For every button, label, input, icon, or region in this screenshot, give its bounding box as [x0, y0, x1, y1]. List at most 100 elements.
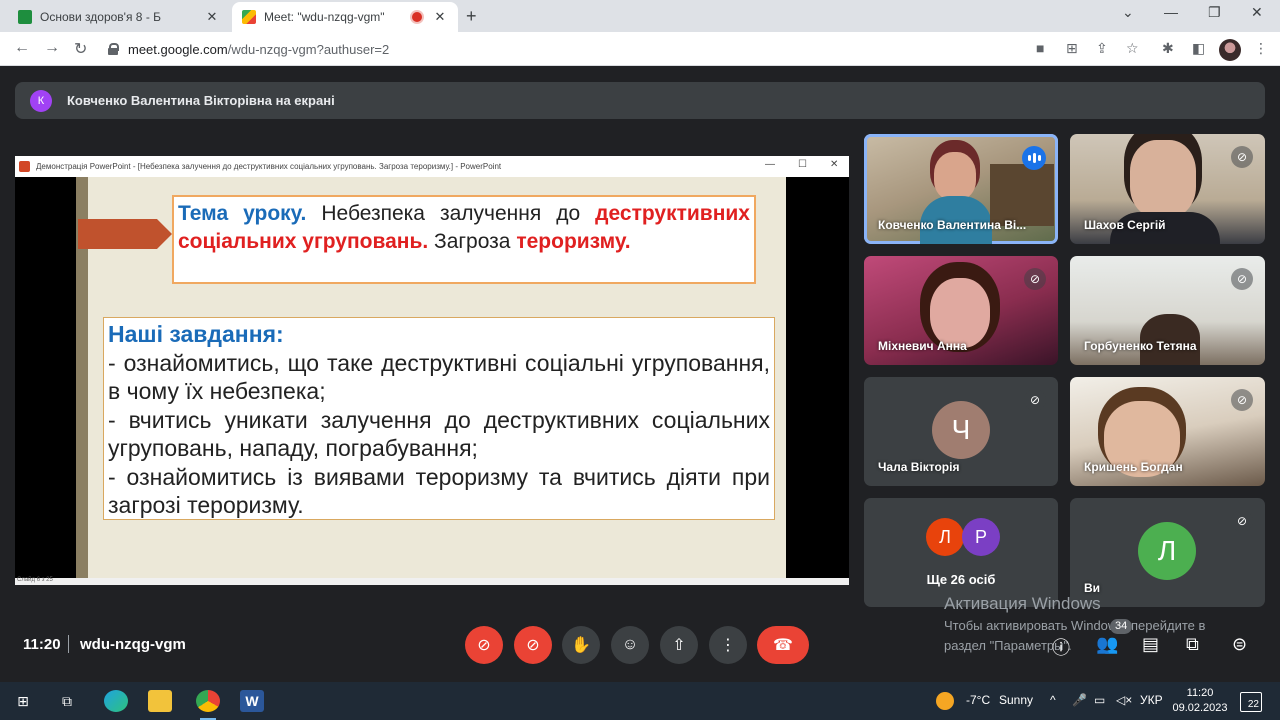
tab-search-button[interactable]: ⌄ [1122, 4, 1134, 21]
clock-date: 09.02.2023 [1172, 702, 1228, 714]
mic-off-icon: ⊘ [1231, 389, 1253, 411]
chrome-icon[interactable] [196, 690, 220, 720]
profile-avatar[interactable] [1219, 39, 1241, 61]
side-panel-icon[interactable]: ◧ [1192, 40, 1205, 57]
minimize-button[interactable]: — [1164, 4, 1178, 20]
bookmark-star-icon[interactable]: ☆ [1126, 40, 1139, 57]
task-item: - ознайомитись, що таке деструктивні соц… [108, 349, 770, 405]
participant-avatar: Л [926, 518, 964, 556]
recording-icon [412, 12, 422, 22]
mic-off-icon: ⊘ [1231, 268, 1253, 290]
participant-video [934, 152, 976, 200]
windows-taskbar: ⊞ ⧉ W -7°C Sunny ^ 🎤 ▭ ◁× УКР [0, 682, 1280, 720]
people-icon[interactable]: 👥 [1096, 634, 1118, 655]
participant-tile[interactable]: Ковченко Валентина Ві... [864, 134, 1058, 244]
present-button[interactable]: ⇧ [660, 626, 698, 664]
classroom-icon [18, 10, 32, 24]
more-vert-icon: ⋮ [720, 637, 736, 654]
tab-meet[interactable]: Meet: "wdu-nzqg-vgm" ✕ [232, 2, 458, 32]
back-icon[interactable]: ← [14, 39, 30, 57]
powerpoint-titlebar: Демонстрація PowerPoint - [Небезпека зал… [15, 156, 849, 177]
hangup-icon: ☎ [773, 637, 793, 654]
battery-icon[interactable]: ▭ [1094, 693, 1105, 707]
participant-name: Ковченко Валентина Ві... [878, 218, 1027, 232]
camera-icon[interactable]: ■ [1036, 40, 1044, 56]
file-explorer-icon[interactable] [148, 690, 172, 712]
translate-icon[interactable]: ⊞ [1066, 40, 1078, 57]
url-host: meet.google.com [128, 41, 228, 57]
extensions-icon[interactable]: ✱ [1162, 40, 1174, 57]
camera-off-icon: ⊘ [526, 637, 540, 654]
task-view-icon[interactable]: ⧉ [56, 690, 78, 712]
language-indicator[interactable]: УКР [1140, 693, 1163, 707]
restore-button[interactable]: ❐ [1208, 4, 1221, 21]
browser-tab-strip: Основи здоров'я 8 - Б ✕ Meet: "wdu-nzqg-… [0, 0, 1280, 32]
close-window-button[interactable]: ✕ [1251, 4, 1263, 21]
leave-call-button[interactable]: ☎ [757, 626, 809, 664]
participant-tile[interactable]: ⊘ Кришень Богдан [1070, 377, 1265, 486]
participant-avatar: Ч [932, 401, 990, 459]
browser-toolbar: ← → ↻ meet.google.com/wdu-nzqg-vgm?authu… [0, 32, 1280, 66]
address-bar[interactable]: meet.google.com/wdu-nzqg-vgm?authuser=2 [104, 36, 1144, 62]
close-tab-icon[interactable]: ✕ [432, 9, 448, 25]
forward-icon[interactable]: → [44, 39, 60, 57]
weather-sun-icon[interactable] [936, 692, 954, 710]
bookshelf [990, 164, 1054, 226]
reactions-button[interactable]: ☺ [611, 626, 649, 664]
lock-icon[interactable] [108, 43, 119, 55]
activities-icon[interactable]: ⧉ [1186, 634, 1199, 655]
start-windows-icon[interactable]: ⊞ [12, 690, 34, 712]
clock-time: 11:20 [1186, 687, 1214, 699]
mic-toggle-button[interactable]: ⊘ [465, 626, 503, 664]
activation-watermark-text: Чтобы активировать Windows, перейдите в … [944, 616, 1205, 656]
tray-mic-icon[interactable]: 🎤 [1072, 693, 1087, 707]
mic-off-icon: ⊘ [1024, 389, 1046, 411]
participant-tile[interactable]: Ч ⊘ Чала Вікторія [864, 377, 1058, 486]
raise-hand-button[interactable]: ✋ [562, 626, 600, 664]
participant-name: Ви [1084, 581, 1101, 595]
volume-icon[interactable]: ◁× [1116, 693, 1132, 707]
presenter-avatar: К [30, 89, 52, 112]
edge-icon[interactable] [104, 690, 128, 712]
mic-off-icon: ⊘ [1231, 510, 1253, 532]
more-participants-label: Ще 26 осіб [926, 572, 996, 587]
weather-desc[interactable]: Sunny [999, 693, 1033, 707]
notifications-icon[interactable]: 22 [1240, 692, 1262, 712]
emoji-icon: ☺ [621, 636, 639, 653]
tray-chevron-icon[interactable]: ^ [1050, 693, 1056, 707]
reload-icon[interactable]: ↻ [74, 39, 87, 59]
participant-tile[interactable]: ⊘ Шахов Сергій [1070, 134, 1265, 244]
new-tab-button[interactable]: + [466, 6, 477, 27]
mic-off-icon: ⊘ [1231, 146, 1253, 168]
participant-video [930, 278, 990, 348]
more-options-button[interactable]: ⋮ [709, 626, 747, 664]
participant-avatar: Р [962, 518, 1000, 556]
camera-toggle-button[interactable]: ⊘ [514, 626, 552, 664]
activation-watermark-title: Активация Windows [944, 594, 1101, 613]
more-participants-tile[interactable]: Л Р Ще 26 осіб [864, 498, 1058, 607]
topic-text-1: Небезпека залучення до [306, 202, 596, 225]
task-item: - ознайомитись із виявами тероризму та в… [108, 463, 770, 519]
slide-arrow-shape [78, 219, 172, 249]
info-icon[interactable]: ⓘ [1052, 634, 1070, 660]
word-icon[interactable]: W [240, 690, 264, 712]
hand-icon: ✋ [571, 637, 591, 654]
meet-icon [242, 10, 256, 24]
topic-box: Тема уроку. Небезпека залучення до дестр… [172, 195, 756, 284]
close-tab-icon[interactable]: ✕ [204, 9, 220, 25]
participant-tile[interactable]: ⊘ Міхневич Анна [864, 256, 1058, 365]
tab-osnovy-zdorovya[interactable]: Основи здоров'я 8 - Б ✕ [8, 2, 230, 32]
slide-counter: Слайд 6 з 25 [17, 577, 53, 583]
participant-tile[interactable]: ⊘ Горбуненко Тетяна [1070, 256, 1265, 365]
topic-text-2: Загроза [428, 230, 517, 253]
weather-temp[interactable]: -7°C [966, 693, 990, 707]
speaking-indicator-icon [1022, 146, 1046, 170]
chat-icon[interactable]: ▤ [1142, 634, 1159, 655]
self-tile[interactable]: Л ⊘ Ви [1070, 498, 1265, 607]
share-icon[interactable]: ⇪ [1096, 40, 1108, 57]
topic-label: Тема уроку. [178, 202, 307, 225]
ppt-restore-icon: ☐ [798, 159, 807, 170]
menu-icon[interactable]: ⋮ [1254, 40, 1268, 57]
host-controls-icon[interactable]: ⊜ [1232, 634, 1247, 655]
taskbar-clock[interactable]: 11:20 09.02.2023 [1172, 686, 1228, 716]
